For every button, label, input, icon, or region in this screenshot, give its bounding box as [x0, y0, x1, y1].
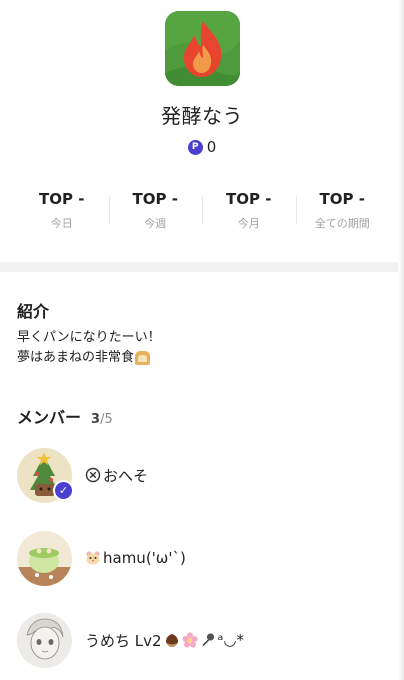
rank-month[interactable]: TOP - 今月: [202, 188, 296, 232]
members-count: 3/5: [91, 412, 113, 427]
rank-label: 今週: [144, 217, 167, 230]
rank-label: 全ての期間: [314, 217, 370, 230]
points-value: 0: [206, 138, 217, 156]
intro-line-2-text: 夢はあまねの非常食: [17, 350, 135, 365]
member-name: おへそ: [85, 465, 148, 486]
rank-label: 今月: [237, 217, 260, 230]
member-name-text: うめち Lv2: [85, 631, 162, 650]
intro-heading: 紹介: [17, 302, 50, 321]
circled-x-icon: [85, 467, 101, 483]
verified-badge-icon: ✓: [53, 479, 74, 501]
rank-value: TOP -: [319, 190, 365, 208]
rank-week[interactable]: TOP - 今週: [108, 188, 203, 232]
points-display[interactable]: P 0: [0, 138, 404, 156]
members-title: メンバー: [17, 408, 82, 427]
flame-app-icon: [165, 11, 240, 86]
microphone-icon: [200, 632, 216, 648]
ranking-row: TOP - 今日 TOP - 今週 TOP - 今月 TOP - 全ての期間: [15, 188, 389, 232]
avatar[interactable]: [17, 612, 72, 668]
member-name-suffix: ᵃ◡*: [217, 631, 245, 649]
member-name-text: hamu('ω'`): [103, 549, 186, 567]
rank-today[interactable]: TOP - 今日: [15, 188, 109, 232]
hamster-icon: [85, 550, 101, 566]
members-heading: メンバー 3/5: [17, 404, 113, 428]
intro-line-2: 夢はあまねの非常食: [17, 348, 161, 368]
members-count-current: 3: [91, 412, 101, 427]
intro-line-1: 早くパンになりたーい！: [17, 330, 161, 345]
group-profile-page: 発酵なう P 0 TOP - 今日 TOP - 今週 TOP - 今月 TOP …: [0, 0, 404, 680]
rank-all-time[interactable]: TOP - 全ての期間: [295, 188, 390, 232]
points-icon: P: [187, 139, 203, 155]
member-item[interactable]: うめち Lv2 ᵃ◡*: [17, 612, 387, 668]
rank-value: TOP -: [39, 190, 85, 208]
cherry-blossom-icon: [182, 632, 198, 648]
avatar[interactable]: ✓: [17, 447, 74, 503]
members-count-total: /5: [100, 412, 113, 427]
member-item[interactable]: ✓ おへそ: [17, 447, 387, 503]
rank-value: TOP -: [132, 190, 178, 208]
chestnut-icon: [164, 632, 180, 648]
member-name-text: おへそ: [103, 466, 149, 485]
group-name: 発酵なう: [161, 104, 243, 128]
avatar[interactable]: [17, 530, 72, 586]
section-divider: [0, 262, 398, 272]
bread-icon: [135, 350, 151, 365]
intro-text: 早くパンになりたーい！ 夢はあまねの非常食: [17, 328, 161, 368]
rank-label: 今日: [50, 217, 73, 230]
member-name: うめち Lv2 ᵃ◡*: [85, 630, 244, 651]
rank-value: TOP -: [226, 190, 272, 208]
member-name: hamu('ω'`): [85, 549, 186, 567]
member-item[interactable]: hamu('ω'`): [17, 530, 387, 586]
